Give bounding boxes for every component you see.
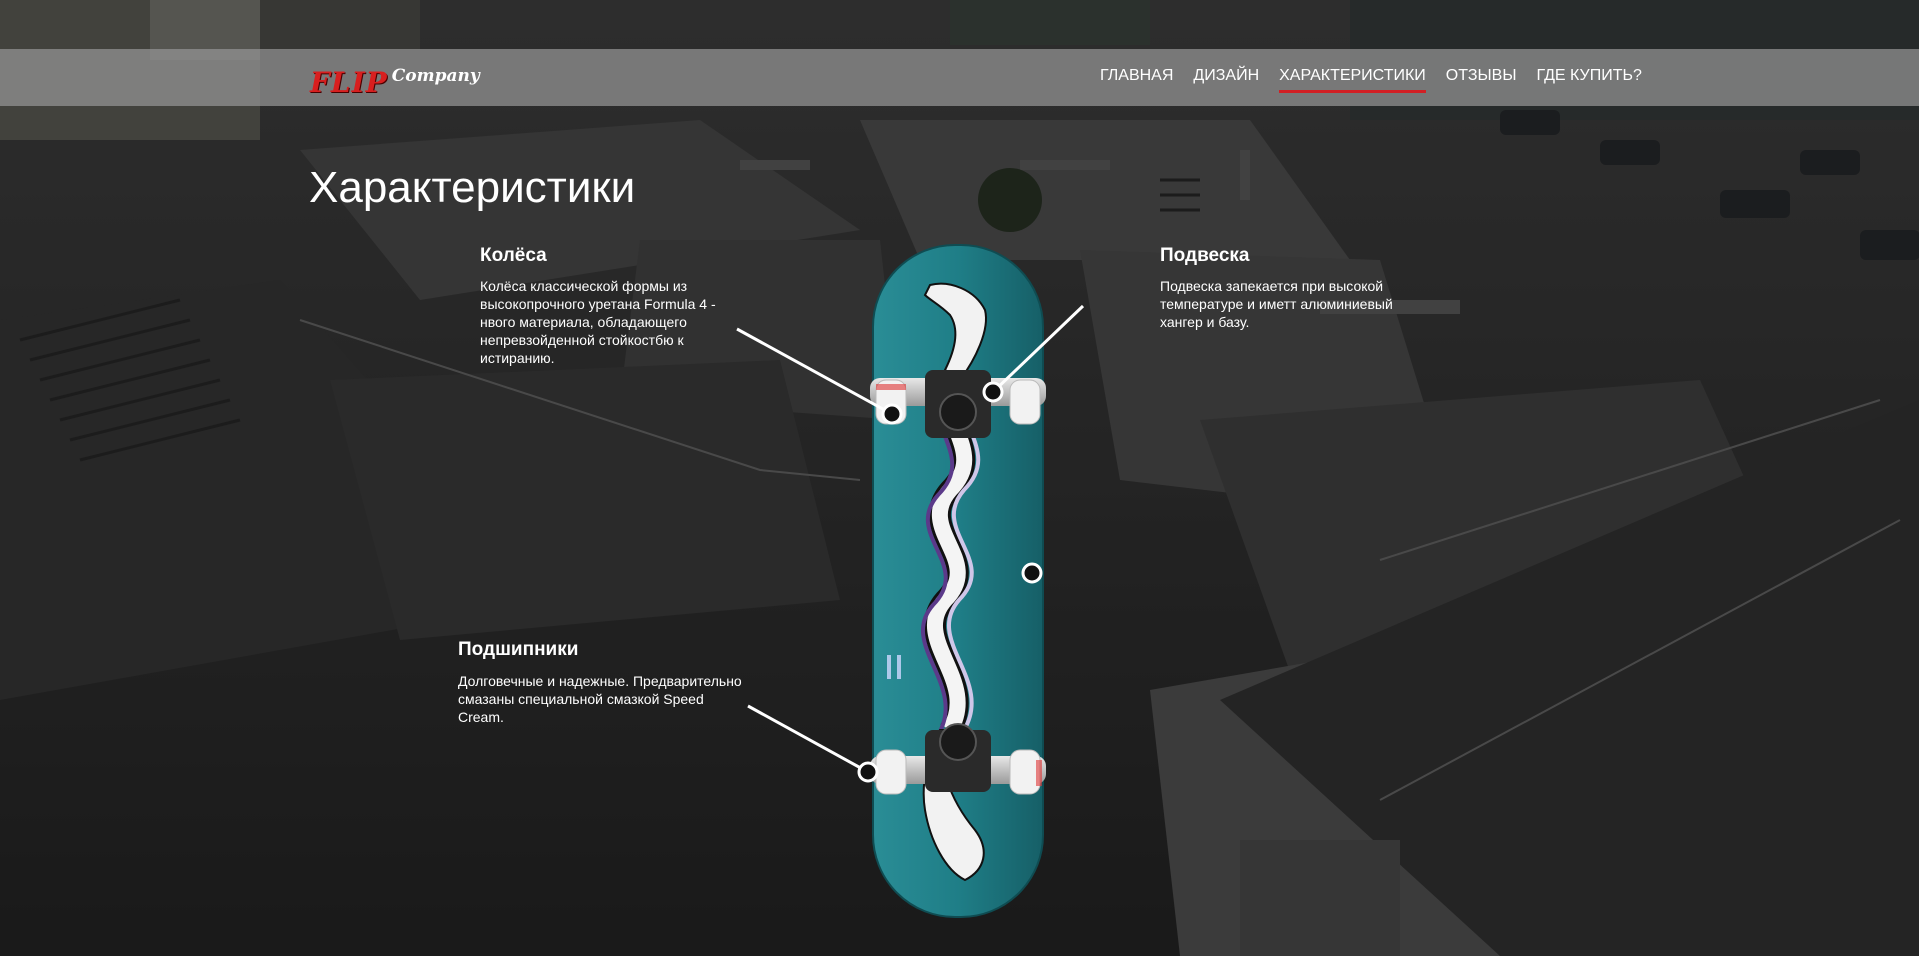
site-header: FLIP Company ГЛАВНАЯ ДИЗАЙН ХАРАКТЕРИСТИ… (0, 49, 1919, 106)
feature-wheels-text: Колёса классической формы из высокопрочн… (480, 278, 716, 366)
logo[interactable]: FLIP Company (310, 57, 480, 97)
hotspot-dot-icon[interactable] (881, 403, 903, 425)
nav-item-specs[interactable]: ХАРАКТЕРИСТИКИ (1279, 66, 1426, 93)
feature-bearings-title: Подшипники (458, 639, 579, 660)
feature-suspension: Подвеска Подвеска запекается при высокой… (1160, 246, 1420, 331)
nav-item-home[interactable]: ГЛАВНАЯ (1100, 66, 1173, 86)
feature-bearings: Подшипники Долговечные и надежные. Предв… (458, 640, 748, 726)
feature-wheels: Колёса Колёса классической формы из высо… (480, 246, 730, 367)
hotspot-dot-icon[interactable] (982, 381, 1004, 403)
feature-suspension-title: Подвеска (1160, 245, 1250, 266)
nav-item-reviews[interactable]: ОТЗЫВЫ (1446, 66, 1517, 86)
hotspot-dot-icon[interactable] (857, 761, 879, 783)
main-nav: ГЛАВНАЯ ДИЗАЙН ХАРАКТЕРИСТИКИ ОТЗЫВЫ ГДЕ… (1100, 66, 1662, 93)
logo-flip-text: FLIP (310, 66, 388, 99)
feature-bearings-text: Долговечные и надежные. Предварительно с… (458, 673, 742, 725)
background-skatepark (0, 0, 1919, 956)
logo-company-text: Company (391, 66, 480, 86)
page-title: Характеристики (309, 163, 636, 212)
feature-suspension-text: Подвеска запекается при высокой температ… (1160, 278, 1393, 330)
nav-item-where-to-buy[interactable]: ГДЕ КУПИТЬ? (1537, 66, 1642, 86)
nav-item-design[interactable]: ДИЗАЙН (1193, 66, 1259, 86)
feature-wheels-title: Колёса (480, 245, 547, 266)
hotspot-dot-icon[interactable] (1021, 562, 1043, 584)
